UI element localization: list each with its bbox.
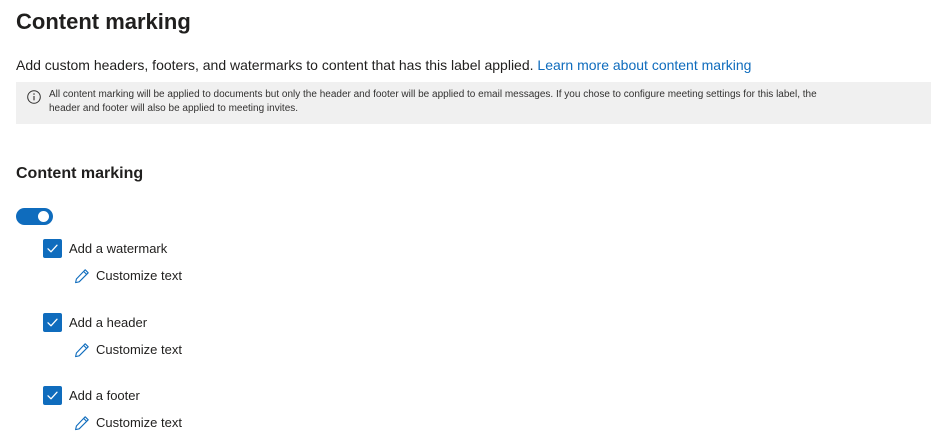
toggle-knob bbox=[38, 211, 49, 222]
watermark-checkbox[interactable] bbox=[43, 239, 62, 258]
footer-checkbox-row[interactable]: Add a footer bbox=[43, 386, 140, 405]
header-checkbox[interactable] bbox=[43, 313, 62, 332]
checkmark-icon bbox=[47, 391, 58, 400]
customize-watermark-label: Customize text bbox=[96, 268, 182, 283]
description-text: Add custom headers, footers, and waterma… bbox=[16, 57, 538, 73]
pencil-icon bbox=[75, 416, 89, 431]
customize-header-button[interactable]: Customize text bbox=[74, 341, 182, 359]
info-message-bar: All content marking will be applied to d… bbox=[16, 82, 931, 124]
pencil-icon bbox=[75, 269, 89, 284]
pencil-icon bbox=[75, 343, 89, 358]
section-title: Content marking bbox=[16, 165, 144, 182]
customize-watermark-button[interactable]: Customize text bbox=[74, 267, 182, 285]
customize-footer-label: Customize text bbox=[96, 415, 182, 430]
info-message-text: All content marking will be applied to d… bbox=[49, 88, 817, 116]
checkmark-icon bbox=[47, 244, 58, 253]
header-label: Add a header bbox=[69, 314, 148, 330]
footer-checkbox[interactable] bbox=[43, 386, 62, 405]
footer-label: Add a footer bbox=[69, 387, 140, 403]
content-marking-toggle[interactable] bbox=[16, 208, 53, 225]
page-description: Add custom headers, footers, and waterma… bbox=[16, 55, 751, 75]
watermark-label: Add a watermark bbox=[69, 240, 168, 256]
page-title: Content marking bbox=[16, 9, 191, 34]
customize-header-label: Customize text bbox=[96, 342, 182, 357]
info-icon bbox=[27, 90, 41, 104]
learn-more-link[interactable]: Learn more about content marking bbox=[537, 57, 751, 73]
info-line-1: All content marking will be applied to d… bbox=[49, 89, 817, 100]
watermark-checkbox-row[interactable]: Add a watermark bbox=[43, 239, 167, 258]
checkmark-icon bbox=[47, 318, 58, 327]
customize-footer-button[interactable]: Customize text bbox=[74, 414, 182, 432]
header-checkbox-row[interactable]: Add a header bbox=[43, 313, 147, 332]
info-line-2: header and footer will also be applied t… bbox=[49, 103, 299, 114]
